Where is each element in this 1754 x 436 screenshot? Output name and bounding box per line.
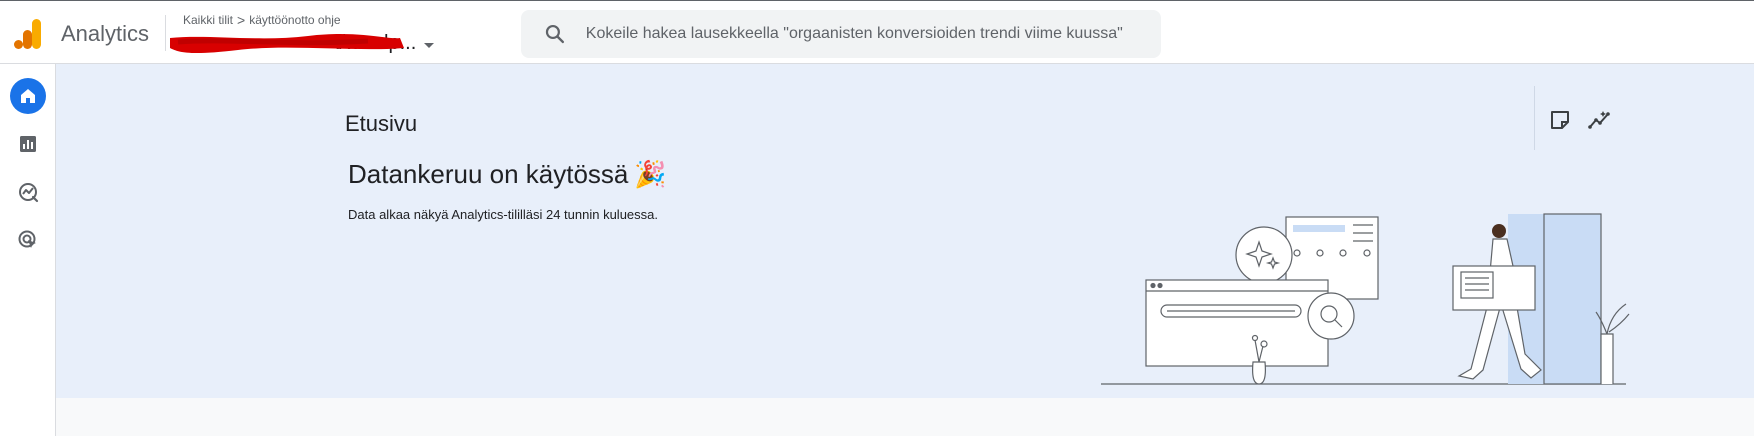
welcome-illustration xyxy=(1101,213,1630,385)
headline: Datankeruu on käytössä 🎉 xyxy=(348,159,667,190)
nav-explore[interactable] xyxy=(10,174,46,210)
nav-reports[interactable] xyxy=(10,126,46,162)
header-divider xyxy=(165,15,166,51)
bar-chart-icon xyxy=(20,136,36,152)
nav-advertising[interactable] xyxy=(10,222,46,258)
search-icon xyxy=(545,24,565,44)
breadcrumb-separator: > xyxy=(237,12,246,28)
notes-button[interactable] xyxy=(1544,104,1576,136)
info-text: Data alkaa näkyä Analytics-tililläsi 24 … xyxy=(348,207,659,222)
explore-icon xyxy=(19,183,39,203)
top-bar: Analytics Kaikki tilit > käyttöönotto oh… xyxy=(0,0,1754,64)
redaction-mark xyxy=(170,34,404,54)
advertising-icon xyxy=(18,230,36,248)
party-popper-icon: 🎉 xyxy=(634,159,667,189)
insights-icon xyxy=(1588,111,1610,129)
breadcrumb-property[interactable]: käyttöönotto ohje xyxy=(249,13,340,27)
tools-divider xyxy=(1534,86,1535,150)
headline-text: Datankeruu on käytössä xyxy=(348,159,629,189)
analytics-logo-icon[interactable] xyxy=(14,19,42,49)
app-title: Analytics xyxy=(61,21,150,46)
chevron-down-icon[interactable] xyxy=(424,42,435,48)
page-title: Etusivu xyxy=(345,111,418,136)
insights-button[interactable] xyxy=(1584,104,1616,136)
left-nav xyxy=(0,64,56,436)
breadcrumb-account[interactable]: Kaikki tilit xyxy=(183,13,233,27)
nav-home[interactable] xyxy=(10,78,46,114)
property-selector[interactable]: t/wordp... xyxy=(168,29,435,57)
search-bar[interactable] xyxy=(521,10,1161,58)
home-icon xyxy=(21,89,35,103)
breadcrumb[interactable]: Kaikki tilit > käyttöönotto ohje xyxy=(183,12,341,28)
main-content: Etusivu Datankeruu on käytössä 🎉 Data al… xyxy=(56,64,1754,436)
search-input[interactable] xyxy=(585,25,1161,43)
note-icon xyxy=(1551,111,1569,129)
welcome-banner: Etusivu Datankeruu on käytössä 🎉 Data al… xyxy=(56,64,1754,398)
